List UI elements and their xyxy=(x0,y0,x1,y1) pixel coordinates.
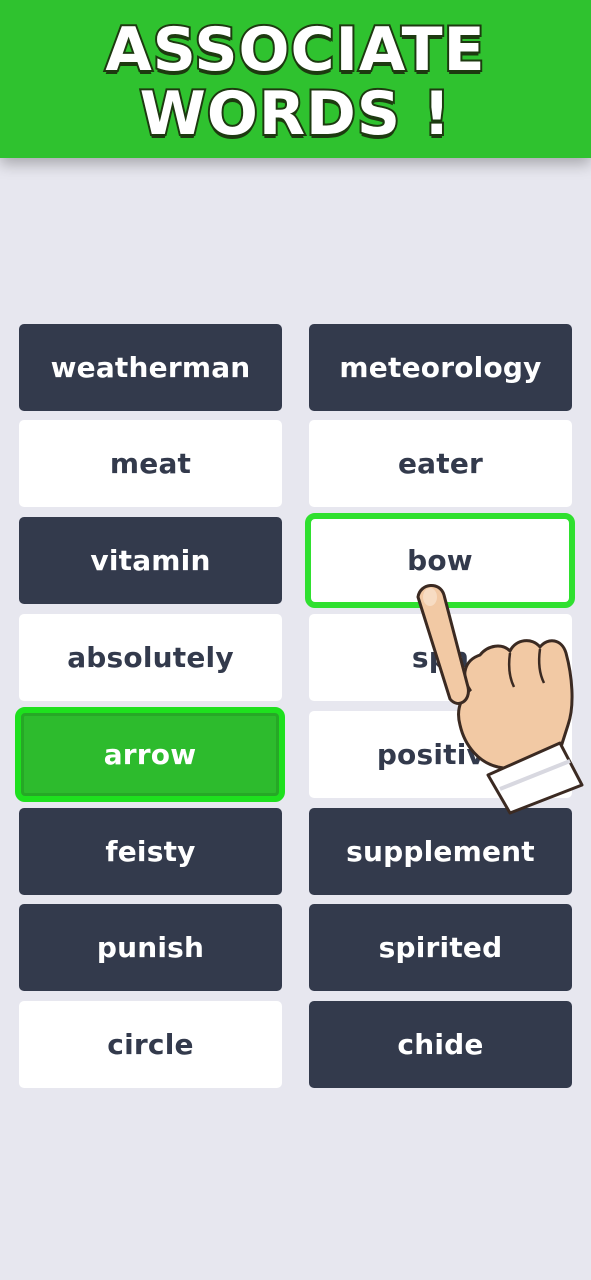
word-tile-circle[interactable]: circle xyxy=(19,1001,282,1088)
word-tile-meat[interactable]: meat xyxy=(19,420,282,507)
word-tile-absolutely[interactable]: absolutely xyxy=(19,614,282,701)
word-tile-feisty[interactable]: feisty xyxy=(19,808,282,895)
word-tile-meteorology[interactable]: meteorology xyxy=(309,324,572,411)
word-tile-supplement[interactable]: supplement xyxy=(309,808,572,895)
word-tile-vitamin[interactable]: vitamin xyxy=(19,517,282,604)
word-tile-spirited[interactable]: spirited xyxy=(309,904,572,991)
title-banner: ASSOCIATE WORDS ! xyxy=(0,0,591,158)
banner-title-line-1: ASSOCIATE xyxy=(103,15,486,85)
pointing-hand-icon xyxy=(416,584,584,815)
banner-title-line-2: WORDS ! xyxy=(138,79,453,149)
word-tile-eater[interactable]: eater xyxy=(309,420,572,507)
word-tile-weatherman[interactable]: weatherman xyxy=(19,324,282,411)
word-tile-arrow-selected[interactable]: arrow xyxy=(15,707,285,802)
word-tile-punish[interactable]: punish xyxy=(19,904,282,991)
word-tile-chide[interactable]: chide xyxy=(309,1001,572,1088)
